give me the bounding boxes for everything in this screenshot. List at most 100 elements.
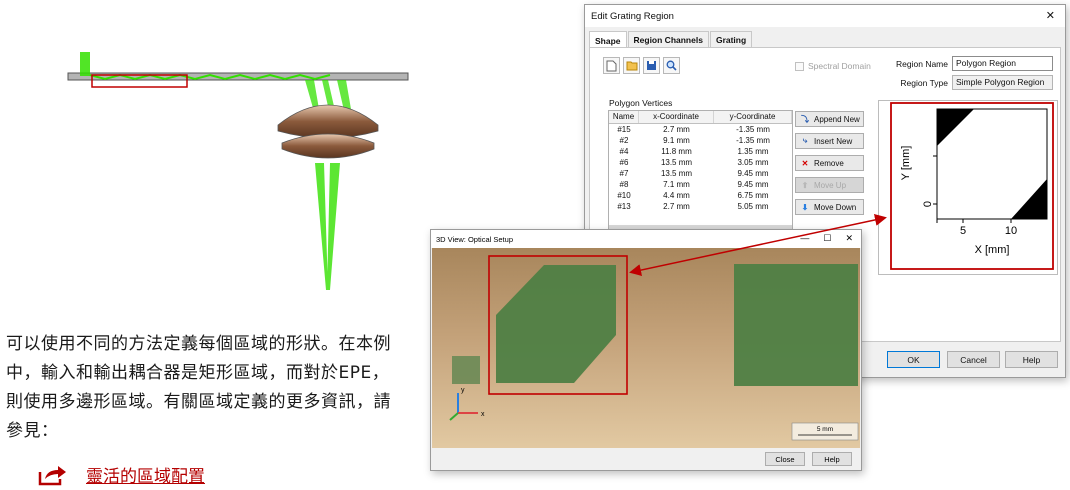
minimize-icon[interactable]: —	[800, 233, 809, 244]
spectral-domain-checkbox[interactable]: Spectral Domain	[795, 61, 871, 71]
table-row[interactable]: #10 4.4 mm 6.75 mm	[609, 190, 792, 201]
shape-toolbar	[603, 57, 680, 74]
help-button[interactable]: Help	[1005, 351, 1058, 368]
cell-name: #13	[617, 202, 631, 211]
x-axis-label: X [mm]	[975, 244, 1010, 256]
insert-new-button[interactable]: ⤷ Insert New	[795, 133, 864, 149]
new-button[interactable]	[603, 57, 620, 74]
dialog-title: Edit Grating Region	[585, 5, 1065, 27]
cell-x: 7.1 mm	[663, 180, 690, 189]
cell-name: #10	[617, 191, 631, 200]
cell-name: #6	[619, 158, 629, 167]
table-row[interactable]: #13 2.7 mm 5.05 mm	[609, 201, 792, 212]
input-coupler-region	[452, 356, 480, 384]
table-row[interactable]: #8 7.1 mm 9.45 mm	[609, 179, 792, 190]
table-row[interactable]: #6 13.5 mm 3.05 mm	[609, 157, 792, 168]
region-name-input[interactable]: Polygon Region	[952, 56, 1053, 71]
close-button[interactable]: Close	[765, 452, 805, 466]
save-icon	[647, 61, 656, 70]
table-row[interactable]: #15 2.7 mm -1.35 mm	[609, 124, 792, 135]
scale-bar-label: 5 mm	[817, 426, 833, 433]
region-type-label: Region Type	[900, 78, 948, 88]
y-axis-label: Y [mm]	[900, 146, 912, 181]
description-text: 可以使用不同的方法定義每個區域的形狀。在本例中，輸入和輸出耦合器是矩形區域，而對…	[6, 334, 391, 441]
polygon-vertices-title: Polygon Vertices	[609, 98, 673, 108]
3d-view-window: 3D View: Optical Setup — ☐ ✕ y x 5 mm Cl…	[430, 229, 862, 471]
save-button[interactable]	[643, 57, 660, 74]
move-down-label: Move Down	[814, 202, 857, 212]
cell-x: 11.8 mm	[661, 147, 692, 156]
lens-upper	[277, 104, 379, 139]
cell-x: 2.7 mm	[663, 125, 690, 134]
append-new-label: Append New	[814, 114, 860, 124]
open-button[interactable]	[623, 57, 640, 74]
ok-button[interactable]: OK	[887, 351, 940, 368]
rectangular-grating-region	[734, 264, 858, 386]
insert-new-label: Insert New	[814, 136, 853, 146]
move-up-button[interactable]: ⬆ Move Up	[795, 177, 864, 193]
maximize-icon[interactable]: ☐	[823, 233, 831, 244]
table-row[interactable]: #7 13.5 mm 9.45 mm	[609, 168, 792, 179]
append-icon: ⤵	[801, 114, 809, 124]
cell-name: #4	[619, 147, 629, 156]
append-new-button[interactable]: ⤵ Append New	[795, 111, 864, 127]
table-row[interactable]: #2 9.1 mm -1.35 mm	[609, 135, 792, 146]
folder-icon	[626, 61, 637, 71]
axis-x-label: x	[481, 411, 485, 418]
flexible-region-link[interactable]: 靈活的區域配置	[86, 462, 205, 487]
cell-name: #15	[617, 125, 631, 134]
cell-name: #7	[619, 169, 629, 178]
vertex-buttons: ⤵ Append New ⤷ Insert New ✕ Remove ⬆ Mov…	[795, 111, 864, 215]
new-document-icon	[606, 60, 617, 71]
close-icon[interactable]: ✕	[1046, 9, 1055, 22]
region-type-select[interactable]: Simple Polygon Region	[952, 75, 1053, 90]
3d-canvas[interactable]: y x 5 mm	[432, 248, 860, 448]
share-arrow-icon	[38, 465, 66, 485]
close-icon[interactable]: ✕	[845, 233, 853, 244]
polygon-grating-region	[496, 265, 616, 383]
help-button-3d[interactable]: Help	[812, 452, 852, 466]
column-header-name[interactable]: Name	[609, 111, 639, 123]
cancel-button[interactable]: Cancel	[947, 351, 1000, 368]
input-beam	[80, 52, 90, 76]
column-header-x[interactable]: x-Coordinate	[639, 111, 714, 123]
cell-x: 2.7 mm	[663, 202, 690, 211]
cell-y: -1.35 mm	[736, 125, 770, 134]
shape-preview-svg: 5 10 0 X [mm] Y [mm]	[890, 102, 1054, 270]
lens-lower	[281, 133, 375, 159]
cell-y: 5.05 mm	[737, 202, 769, 211]
axis-y-label: y	[461, 387, 465, 394]
link-row[interactable]: 靈活的區域配置	[38, 462, 205, 487]
cell-y: -1.35 mm	[736, 136, 770, 145]
move-down-button[interactable]: ⬇ Move Down	[795, 199, 864, 215]
cell-y: 9.45 mm	[737, 180, 769, 189]
focused-beam	[315, 163, 340, 290]
3d-scene: y x 5 mm	[449, 255, 859, 441]
remove-icon: ✕	[801, 158, 809, 168]
x-tick-label: 5	[960, 225, 966, 237]
table-row[interactable]: #4 11.8 mm 1.35 mm	[609, 146, 792, 157]
zoom-button[interactable]	[663, 57, 680, 74]
y-tick-label: 0	[922, 201, 934, 207]
spectral-domain-label: Spectral Domain	[808, 61, 871, 71]
magnifier-icon	[666, 60, 677, 71]
cell-y: 9.45 mm	[737, 169, 769, 178]
cell-y: 3.05 mm	[737, 158, 769, 167]
cell-y: 6.75 mm	[737, 191, 769, 200]
cell-x: 13.5 mm	[660, 169, 693, 178]
cell-x: 9.1 mm	[663, 136, 690, 145]
region-name-label: Region Name	[896, 59, 948, 69]
window-controls: — ☐ ✕	[800, 233, 853, 244]
3d-view-title: 3D View: Optical Setup	[431, 230, 861, 248]
checkbox-box	[795, 61, 804, 71]
cell-y: 1.35 mm	[737, 147, 769, 156]
table-header: Name x-Coordinate y-Coordinate	[609, 111, 792, 124]
cell-name: #8	[619, 180, 629, 189]
cell-name: #2	[619, 136, 629, 145]
polygon-vertices-table: Name x-Coordinate y-Coordinate #15 2.7 mm…	[608, 110, 793, 235]
column-header-y[interactable]: y-Coordinate	[714, 111, 792, 123]
optical-setup-sketch	[67, 52, 409, 290]
remove-button[interactable]: ✕ Remove	[795, 155, 864, 171]
x-tick-label: 10	[1005, 225, 1017, 237]
shape-preview-plot: 5 10 0 X [mm] Y [mm]	[878, 100, 1058, 275]
